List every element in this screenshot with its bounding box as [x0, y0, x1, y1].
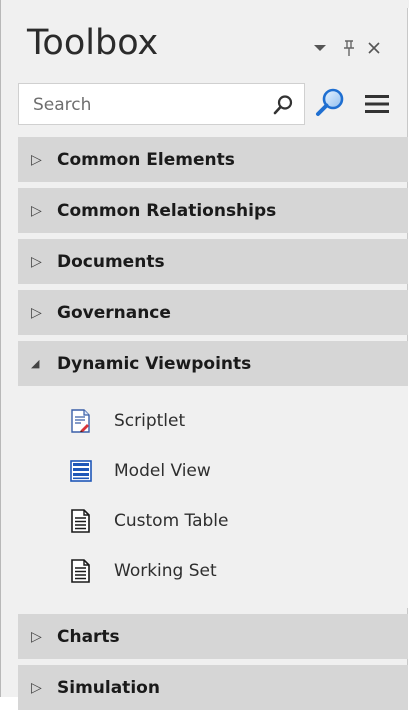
- group-label: Common Relationships: [57, 200, 277, 221]
- group-documents[interactable]: ▷ Documents: [18, 239, 408, 284]
- group-charts[interactable]: ▷ Charts: [18, 614, 408, 659]
- close-icon: [368, 42, 380, 54]
- panel-pin-button[interactable]: [339, 38, 359, 58]
- toolbox-panel: Toolbox Search ▷ Common Elements ▷ Commo…: [0, 0, 409, 710]
- toolbox-group-list: ▷ Common Elements ▷ Common Relationships…: [18, 137, 408, 716]
- working-set-icon: [71, 559, 90, 583]
- toolbox-item-label: Model View: [114, 461, 211, 481]
- panel-title: Toolbox: [27, 23, 159, 63]
- hamburger-menu-icon[interactable]: [364, 92, 390, 116]
- expand-arrow-icon: ▷: [31, 304, 42, 321]
- custom-table-icon: [71, 509, 90, 533]
- expand-arrow-icon: ▷: [31, 253, 42, 270]
- panel-titlebar: Toolbox: [1, 8, 407, 80]
- scriptlet-icon: [71, 409, 90, 433]
- collapse-arrow-icon: ◢: [31, 357, 40, 370]
- group-governance[interactable]: ▷ Governance: [18, 290, 408, 335]
- search-box: [18, 83, 305, 125]
- group-label: Simulation: [57, 677, 160, 698]
- group-label: Documents: [57, 251, 165, 272]
- panel-close-button[interactable]: [364, 38, 384, 58]
- toolbox-item-label: Scriptlet: [114, 411, 186, 431]
- toolbox-item-model-view[interactable]: Model View: [18, 446, 408, 496]
- pin-icon: [344, 40, 354, 56]
- expand-arrow-icon: ▷: [31, 202, 42, 219]
- group-label: Governance: [57, 302, 171, 323]
- expand-arrow-icon: ▷: [31, 628, 42, 645]
- group-label: Dynamic Viewpoints: [57, 353, 252, 374]
- dynamic-viewpoints-items: Scriptlet Model View Custom Table Workin…: [18, 386, 408, 608]
- expand-arrow-icon: ▷: [31, 679, 42, 696]
- toolbox-item-scriptlet[interactable]: Scriptlet: [18, 396, 408, 446]
- group-common-relationships[interactable]: ▷ Common Relationships: [18, 188, 408, 233]
- toolbox-item-label: Working Set: [114, 561, 217, 581]
- group-label: Charts: [57, 626, 120, 647]
- search-input[interactable]: [31, 90, 255, 120]
- expand-arrow-icon: ▷: [31, 151, 42, 168]
- group-simulation[interactable]: ▷ Simulation: [18, 665, 408, 710]
- panel-top-edge: [1, 0, 409, 8]
- toolbox-item-label: Custom Table: [114, 511, 229, 531]
- group-label: Common Elements: [57, 149, 235, 170]
- find-icon[interactable]: [313, 87, 347, 121]
- search-icon[interactable]: [272, 94, 294, 116]
- chevron-down-icon: [314, 45, 326, 51]
- group-common-elements[interactable]: ▷ Common Elements: [18, 137, 408, 182]
- toolbox-item-custom-table[interactable]: Custom Table: [18, 496, 408, 546]
- group-dynamic-viewpoints[interactable]: ◢ Dynamic Viewpoints: [18, 341, 408, 386]
- model-view-icon: [70, 460, 92, 482]
- toolbox-item-working-set[interactable]: Working Set: [18, 546, 408, 596]
- panel-dropdown-button[interactable]: [310, 38, 330, 58]
- search-row: [18, 83, 408, 125]
